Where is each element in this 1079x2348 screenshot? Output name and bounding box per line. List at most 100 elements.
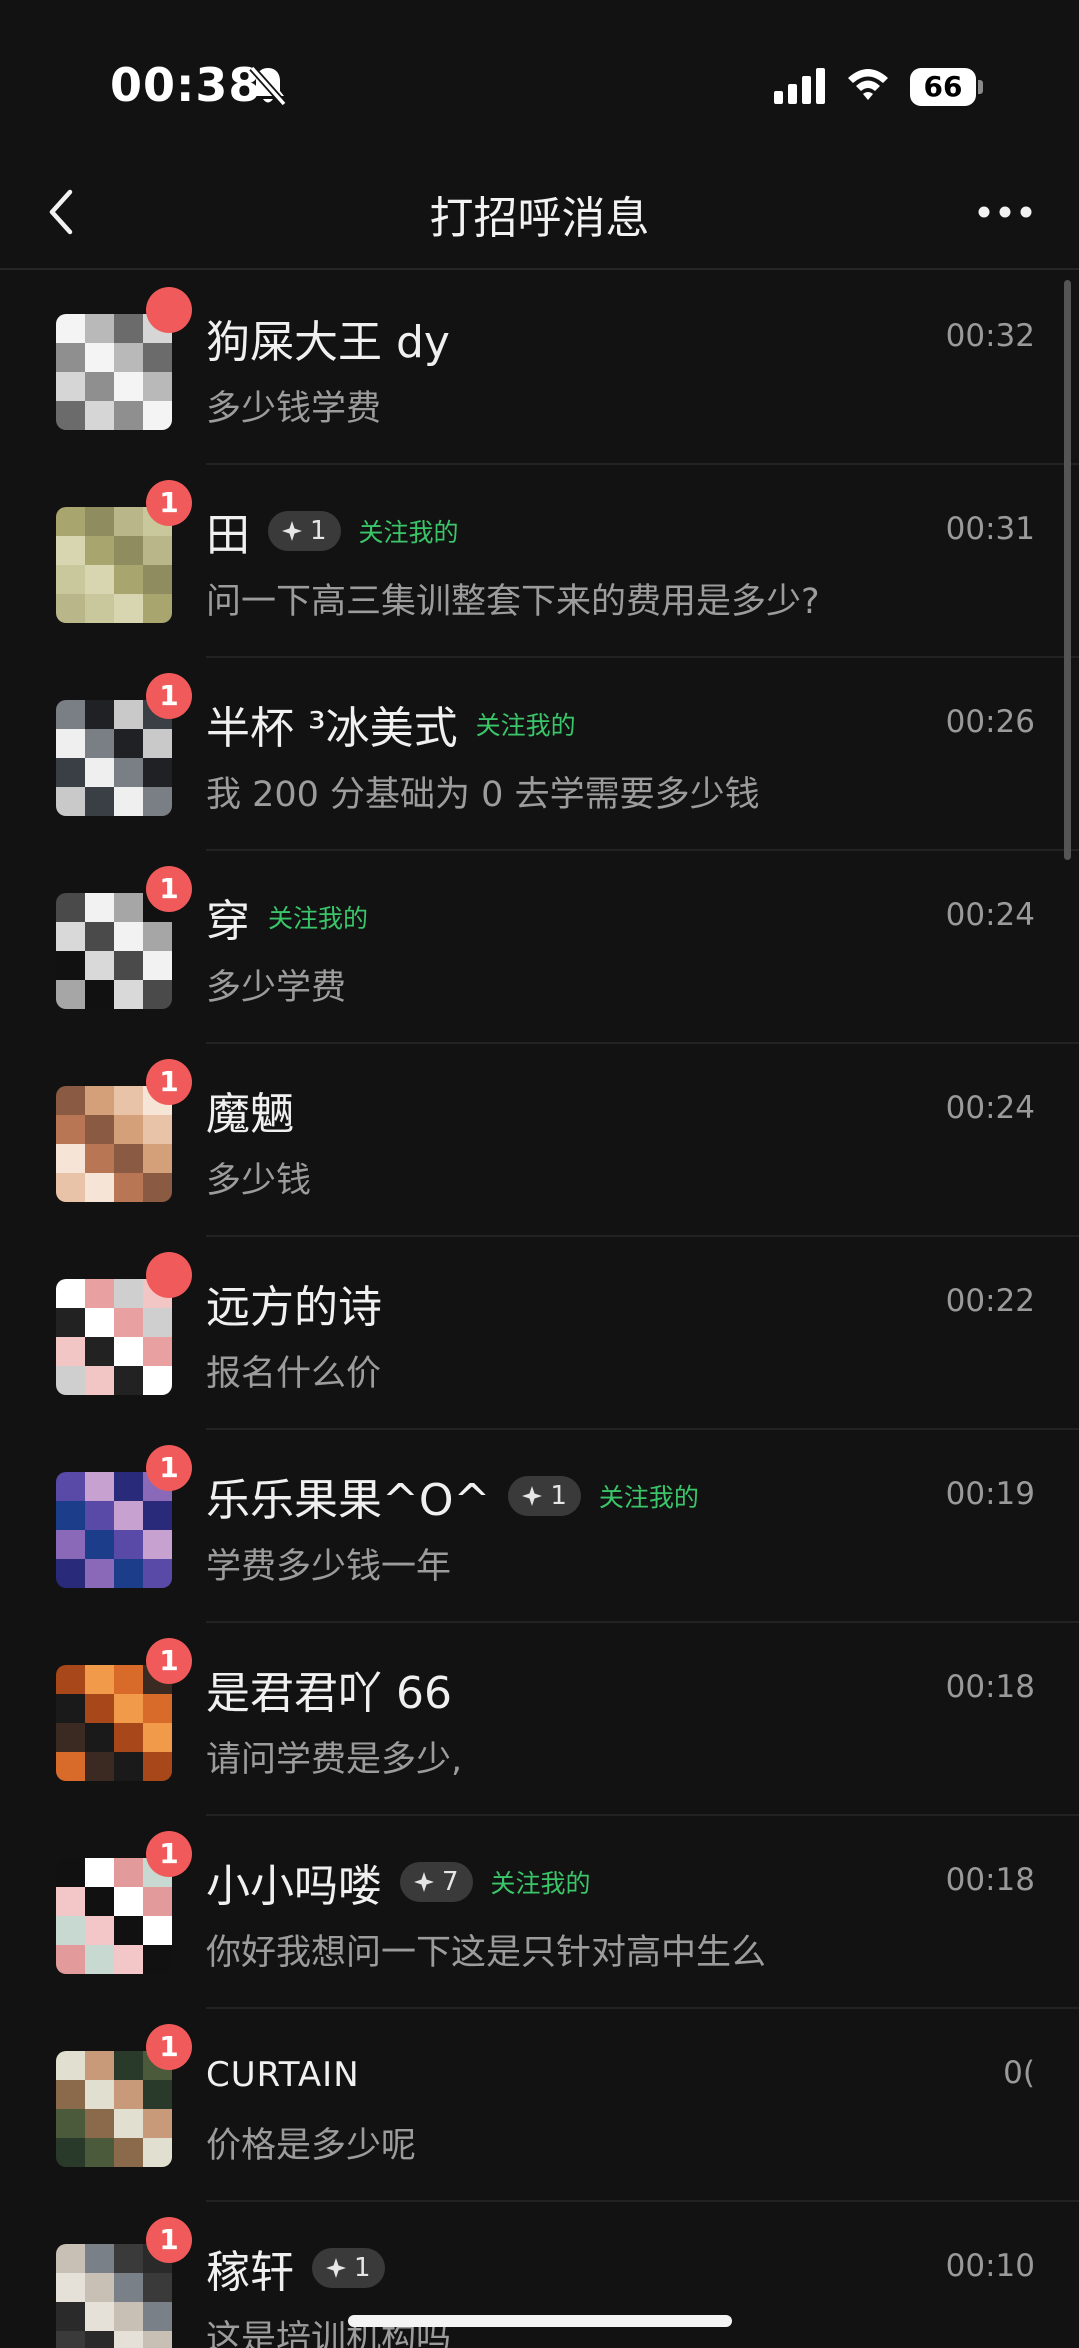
unread-badge: 1 — [146, 866, 192, 912]
avatar-mosaic-cell — [114, 594, 143, 623]
message-row[interactable]: 1 田 1 关注我的 00:31 问一下高三集训整套下来的费用是多少? — [0, 465, 1079, 658]
contact-name: 狗屎大王 dy — [206, 317, 450, 368]
sparkle-icon — [522, 1486, 543, 1506]
avatar-mosaic-cell — [56, 536, 85, 565]
avatar-mosaic-cell — [85, 594, 114, 623]
message-row[interactable]: 1 是君君吖 66 00:18 请问学费是多少, — [0, 1623, 1079, 1816]
avatar-mosaic-cell — [114, 401, 143, 430]
avatar-mosaic-cell — [85, 314, 114, 343]
battery-icon: 66 — [910, 68, 983, 106]
avatar-mosaic-cell — [85, 1144, 114, 1173]
greeting-message-list[interactable]: 狗屎大王 dy 00:32 多少钱学费 1 田 1 关注我的 00:31 问一下… — [0, 272, 1079, 2348]
home-indicator[interactable] — [348, 2315, 732, 2327]
avatar-mosaic-cell — [56, 1887, 85, 1916]
message-row[interactable]: 远方的诗 00:22 报名什么价 — [0, 1237, 1079, 1430]
message-time: 00:31 — [945, 511, 1035, 547]
contact-name: 是君君吖 66 — [206, 1668, 452, 1719]
avatar-mosaic-cell — [143, 343, 172, 372]
message-row[interactable]: 1 穿 关注我的 00:24 多少学费 — [0, 851, 1079, 1044]
contact-name: CURTAIN — [206, 2055, 360, 2095]
avatar-mosaic-cell — [56, 2244, 85, 2273]
avatar-mosaic-cell — [56, 1723, 85, 1752]
avatar-mosaic-cell — [114, 2302, 143, 2331]
avatar-mosaic-cell — [56, 2109, 85, 2138]
avatar-mosaic-cell — [85, 787, 114, 816]
avatar-mosaic-cell — [56, 729, 85, 758]
avatar-mosaic-cell — [56, 2302, 85, 2331]
avatar-mosaic-cell — [56, 2051, 85, 2080]
message-row[interactable]: 1 魔魉 00:24 多少钱 — [0, 1044, 1079, 1237]
avatar-mosaic-cell — [114, 893, 143, 922]
avatar-mosaic-cell — [56, 1337, 85, 1366]
avatar-mosaic-cell — [56, 594, 85, 623]
message-row[interactable]: 1 CURTAIN 0( 价格是多少呢 — [0, 2009, 1079, 2202]
avatar[interactable] — [56, 1858, 172, 1974]
sparkle-icon — [326, 2258, 346, 2278]
avatar-mosaic-cell — [56, 343, 85, 372]
avatar-mosaic-cell — [85, 536, 114, 565]
avatar-mosaic-cell — [114, 1308, 143, 1337]
message-preview: 学费多少钱一年 — [206, 1547, 452, 1587]
bell-slash-icon — [249, 65, 287, 107]
avatar-mosaic-cell — [114, 1916, 143, 1945]
avatar-mosaic-cell — [85, 565, 114, 594]
avatar-mosaic-cell — [56, 2331, 85, 2348]
scrollbar[interactable] — [1064, 280, 1071, 860]
avatar-mosaic-cell — [85, 1916, 114, 1945]
avatar-mosaic-cell — [85, 2080, 114, 2109]
avatar[interactable] — [56, 507, 172, 623]
avatar-mosaic-cell — [114, 1173, 143, 1202]
avatar[interactable] — [56, 700, 172, 816]
more-horizontal-icon[interactable] — [978, 200, 1032, 224]
sparkle-icon — [282, 521, 302, 541]
message-row[interactable]: 1 小小吗喽 7 关注我的 00:18 你好我想问一下这是只针对高中生么 — [0, 1816, 1079, 2009]
avatar[interactable] — [56, 893, 172, 1009]
message-preview: 多少钱 — [206, 1161, 312, 1201]
name-line: 小小吗喽 7 关注我的 — [206, 1852, 591, 1912]
avatar-mosaic-cell — [114, 729, 143, 758]
avatar-mosaic-cell — [114, 2138, 143, 2167]
avatar-mosaic-cell — [85, 893, 114, 922]
avatar-mosaic-cell — [114, 1337, 143, 1366]
message-time: 00:22 — [945, 1283, 1035, 1319]
avatar-mosaic-cell — [85, 1559, 114, 1588]
avatar[interactable] — [56, 1086, 172, 1202]
avatar[interactable] — [56, 1279, 172, 1395]
message-row[interactable]: 1 半杯 ³冰美式 关注我的 00:26 我 200 分基础为 0 去学需要多少… — [0, 658, 1079, 851]
avatar-mosaic-cell — [143, 1530, 172, 1559]
avatar-mosaic-cell — [85, 1308, 114, 1337]
avatar-mosaic-cell — [85, 758, 114, 787]
message-row[interactable]: 狗屎大王 dy 00:32 多少钱学费 — [0, 272, 1079, 465]
avatar-mosaic-cell — [114, 343, 143, 372]
avatar-mosaic-cell — [114, 1472, 143, 1501]
avatar-mosaic-cell — [85, 1858, 114, 1887]
avatar-mosaic-cell — [143, 565, 172, 594]
avatar-mosaic-cell — [56, 372, 85, 401]
avatar[interactable] — [56, 314, 172, 430]
avatar-mosaic-cell — [56, 951, 85, 980]
name-line: 魔魉 — [206, 1080, 294, 1140]
avatar-mosaic-cell — [85, 1279, 114, 1308]
avatar[interactable] — [56, 2244, 172, 2348]
message-row[interactable]: 1 乐乐果果^O^ 1 关注我的 00:19 学费多少钱一年 — [0, 1430, 1079, 1623]
avatar-mosaic-cell — [114, 2051, 143, 2080]
avatar[interactable] — [56, 1472, 172, 1588]
avatar-mosaic-cell — [143, 729, 172, 758]
avatar-mosaic-cell — [56, 787, 85, 816]
avatar[interactable] — [56, 2051, 172, 2167]
avatar-mosaic-cell — [143, 1308, 172, 1337]
avatar-mosaic-cell — [56, 507, 85, 536]
contact-name: 小小吗喽 — [206, 1861, 382, 1912]
avatar-mosaic-cell — [56, 980, 85, 1009]
avatar-mosaic-cell — [85, 1173, 114, 1202]
avatar-mosaic-cell — [56, 1144, 85, 1173]
avatar-mosaic-cell — [85, 2273, 114, 2302]
avatar-mosaic-cell — [114, 2080, 143, 2109]
avatar-mosaic-cell — [143, 980, 172, 1009]
avatar[interactable] — [56, 1665, 172, 1781]
avatar-mosaic-cell — [85, 1115, 114, 1144]
avatar-mosaic-cell — [114, 700, 143, 729]
follow-tag: 关注我的 — [268, 904, 369, 933]
avatar-mosaic-cell — [56, 401, 85, 430]
avatar-mosaic-cell — [143, 1694, 172, 1723]
